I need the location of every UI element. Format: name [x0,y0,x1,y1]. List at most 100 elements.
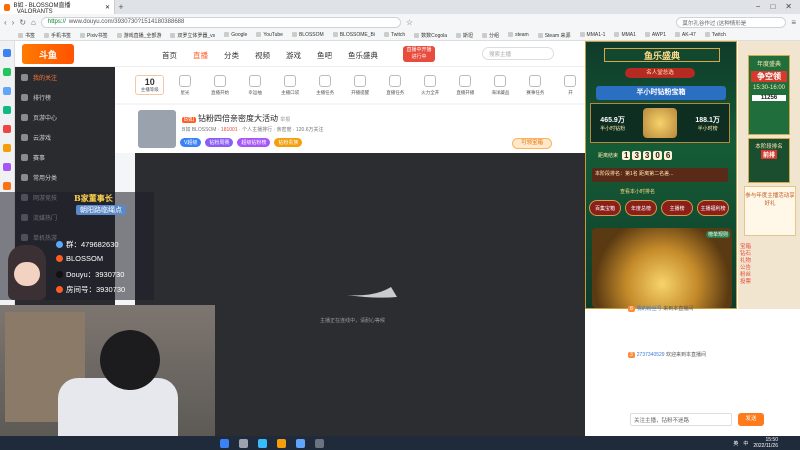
room-badge[interactable]: 超级钻粉榜 [237,138,271,147]
sidebar-app-icon[interactable] [3,125,11,133]
feature-icon-cell[interactable]: 幸运抽 [241,74,270,96]
room-badge[interactable]: 钻粉贵族 [274,138,303,147]
bookmark-item[interactable]: 游戏直播_全部游 [117,32,162,39]
sidebar-app-icon[interactable] [3,68,11,76]
maximize-button[interactable]: □ [770,2,775,11]
reward-box[interactable]: 参与年度主播活动享好礼 [744,186,796,236]
feature-icon-cell[interactable]: 开播提醒 [346,74,375,96]
nav-item[interactable]: 首页 [162,50,177,61]
nav-item[interactable]: 分类 [224,50,239,61]
back-icon[interactable]: ‹ [4,18,7,27]
bookmark-item[interactable]: 数数Cogola [414,32,447,39]
explorer-icon[interactable] [277,438,286,448]
left-menu-item[interactable]: 我的关注 [15,67,115,87]
nav-item[interactable]: 鱼乐盛典 [348,50,378,61]
gift-item[interactable]: 礼物 [740,258,776,265]
bookmark-item[interactable]: MMA1-1 [580,32,606,38]
bookmark-item[interactable]: steam [508,32,529,38]
search-icon[interactable] [239,438,248,448]
minimize-button[interactable]: − [756,2,761,11]
feature-icon-cell[interactable]: 主播任务 [311,74,340,96]
home-icon[interactable]: ⌂ [31,18,36,27]
refresh-icon[interactable]: ↻ [19,18,26,27]
gift-item[interactable]: 投票 [740,279,776,286]
rules-tag[interactable]: 榜单规则 [706,231,731,238]
send-button[interactable]: 发送 [738,413,764,426]
clock[interactable]: 15:50 2022/11/26 [753,437,778,449]
event-button[interactable]: 年度总榜 [625,200,657,216]
sidebar-app-icon[interactable] [3,163,11,171]
bookmark-item[interactable]: YouTube [256,32,283,38]
sidebar-app-icon[interactable] [3,106,11,114]
nav-item[interactable]: 鱼吧 [317,50,332,61]
anchor-level-card[interactable]: 10 主播等级 [135,75,165,95]
forward-icon[interactable]: › [12,18,15,27]
bookmark-item[interactable]: Steam 来源 [538,32,571,39]
feature-icon-cell[interactable]: 直播开播 [451,74,480,96]
report-link[interactable]: 举报 [280,117,290,123]
treasure-button[interactable]: 可领宝箱 [512,138,552,149]
room-badge[interactable]: V超级 [180,138,202,147]
left-menu-item[interactable]: 排行榜 [15,87,115,107]
bookmark-item[interactable]: 分组 [482,32,499,39]
event-button[interactable]: 主播福利榜 [697,200,729,216]
bookmark-item[interactable]: AWP1 [645,32,666,38]
user-name[interactable]: 我的粉丝号 [637,306,662,312]
left-menu-item[interactable]: 云游戏 [15,127,115,147]
obs-icon[interactable] [315,438,324,448]
url-field[interactable]: https://www.douyu.com/3930730?1514180388… [40,16,401,28]
room-badge[interactable]: 钻粉周赛 [205,138,234,147]
gift-item[interactable]: 公告 [740,265,776,272]
star-icon[interactable]: ☆ [406,18,413,27]
nav-item[interactable]: 视频 [255,50,270,61]
ime-mode[interactable]: 中 [743,440,748,447]
gift-item[interactable]: 钻石 [740,251,776,258]
chat-input[interactable]: 关注主播，钻粉不迷路 [630,413,732,426]
nav-item[interactable]: 直播 [193,50,208,61]
sidebar-app-icon[interactable] [3,49,11,57]
nav-item[interactable]: 游戏 [286,50,301,61]
douyu-logo[interactable]: 斗鱼 [22,44,74,64]
bookmark-item[interactable]: MMA1 [614,32,635,38]
ime-indicator[interactable]: 英 [733,440,738,447]
anchor-avatar[interactable] [138,110,176,148]
feature-icon-cell[interactable]: 主播口袋 [276,74,305,96]
bookmark-item[interactable]: BLOSSOME_Bi [333,32,375,38]
left-menu-item[interactable]: 常用分类 [15,167,115,187]
sidebar-app-icon[interactable] [3,182,11,190]
bookmark-item[interactable]: Pixiv书签 [80,32,108,39]
feature-icon-cell[interactable]: 开 [556,74,585,96]
close-window-button[interactable]: ✕ [785,2,792,11]
feature-icon-cell[interactable]: 赛事任务 [521,74,550,96]
menu-icon[interactable]: ≡ [791,18,796,27]
gift-item[interactable]: 粉丝 [740,272,776,279]
bookmark-item[interactable]: Twitch [705,32,726,38]
bookmark-item[interactable]: 书签 [18,32,35,39]
feature-icon-cell[interactable]: 星光 [170,74,199,96]
site-search-input[interactable]: 搜索主播 [482,47,554,60]
event-button[interactable]: 百集宝箱 [589,200,621,216]
edge-icon[interactable] [258,438,267,448]
browser-tab[interactable]: B如 - BLOSSOM直播_VALORANTS ✕ [0,0,115,15]
feature-icon-cell[interactable]: 直播任务 [381,74,410,96]
intimacy-badge[interactable]: 亲密度 [277,127,292,133]
left-menu-item[interactable]: 赛事 [15,147,115,167]
live-status-button[interactable]: 直播中开播 进行中 [403,46,435,62]
event-button[interactable]: 主播榜 [661,200,693,216]
user-name[interactable]: 2737340529 [637,352,665,358]
bookmark-item[interactable]: 斯坦 [456,32,473,39]
side-ad-1[interactable]: 年度盛典 争空领 15:30-16:00 11256 [748,55,790,135]
event-subtitle[interactable]: 名人堂总选 [625,68,695,78]
bookmark-item[interactable]: AK-47 [675,32,696,38]
browser-search-input[interactable]: 莫尔孔谷作过 (这种情形是 [676,16,787,28]
new-tab-button[interactable]: + [115,2,127,12]
sidebar-app-icon[interactable] [3,144,11,152]
bookmark-item[interactable]: Twitch [384,32,405,38]
feature-icon-cell[interactable]: 火力全开 [416,74,445,96]
event-rank-link[interactable]: 查看本小时排名 [620,188,655,195]
windows-start-icon[interactable] [220,438,229,448]
gift-item[interactable]: 宝箱 [740,244,776,251]
anchor-name[interactable]: B如 BLOSSOM [182,127,216,133]
bookmark-item[interactable]: BLOSSOM [292,32,324,38]
browser-icon[interactable] [296,438,305,448]
